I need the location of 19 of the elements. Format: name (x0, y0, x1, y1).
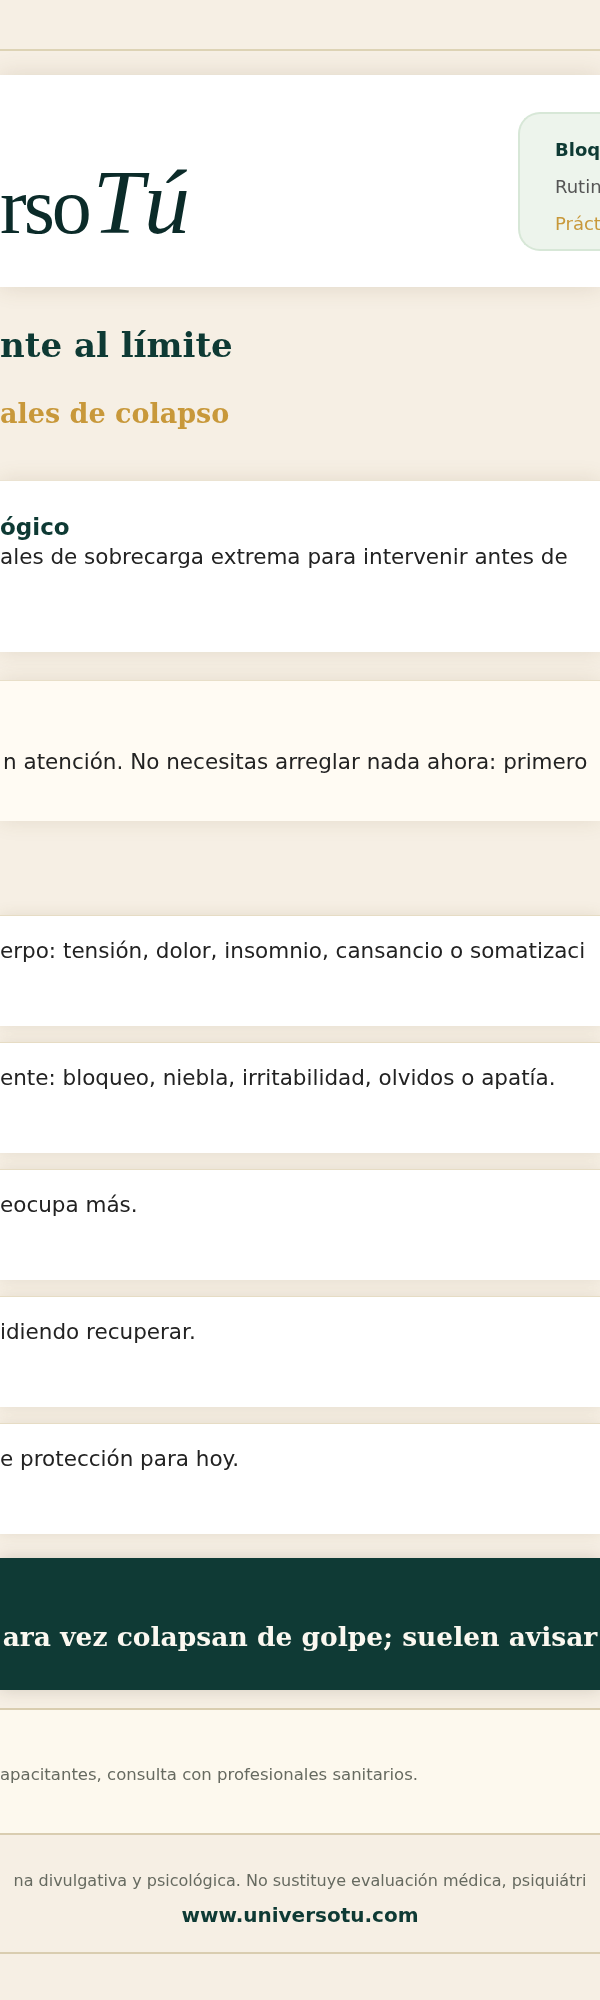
signal-text: eocupa más. (0, 1191, 138, 1219)
signal-text: ente: bloqueo, niebla, irritabilidad, olvidos o apatía. (0, 1064, 556, 1092)
note-text: n atención. No necesitas arreglar nada ahora: primero (3, 748, 588, 776)
intro-title: ógico (0, 513, 71, 542)
badge-tag: Práct (555, 204, 600, 242)
logo-wordmark: rso (0, 166, 89, 246)
intro-text: ales de sobrecarga extrema para intervenir antes de (0, 543, 569, 571)
signal-text: idiendo recuperar. (0, 1318, 196, 1346)
page-title: nte al límite (0, 324, 234, 367)
footer-text: na divulgativa y psicológica. No sustituye evaluación médica, psiquiátri (13, 1870, 587, 1892)
banner-text: ara vez colapsan de golpe; suelen avisar (2, 1620, 598, 1654)
page-subtitle: ales de colapso (0, 397, 231, 431)
badge-title: Bloq (555, 137, 600, 162)
disclaimer-text: apacitantes, consulta con profesionales sanitarios. (0, 1764, 419, 1786)
signal-text: e protección para hoy. (0, 1445, 240, 1473)
badge-subtitle: Rutin (555, 174, 600, 199)
website-link[interactable]: www.universotu.com (181, 1901, 419, 1929)
signal-text: erpo: tensión, dolor, insomnio, cansancio o somatizaci (0, 937, 586, 965)
logo-script: Tú (92, 156, 190, 248)
